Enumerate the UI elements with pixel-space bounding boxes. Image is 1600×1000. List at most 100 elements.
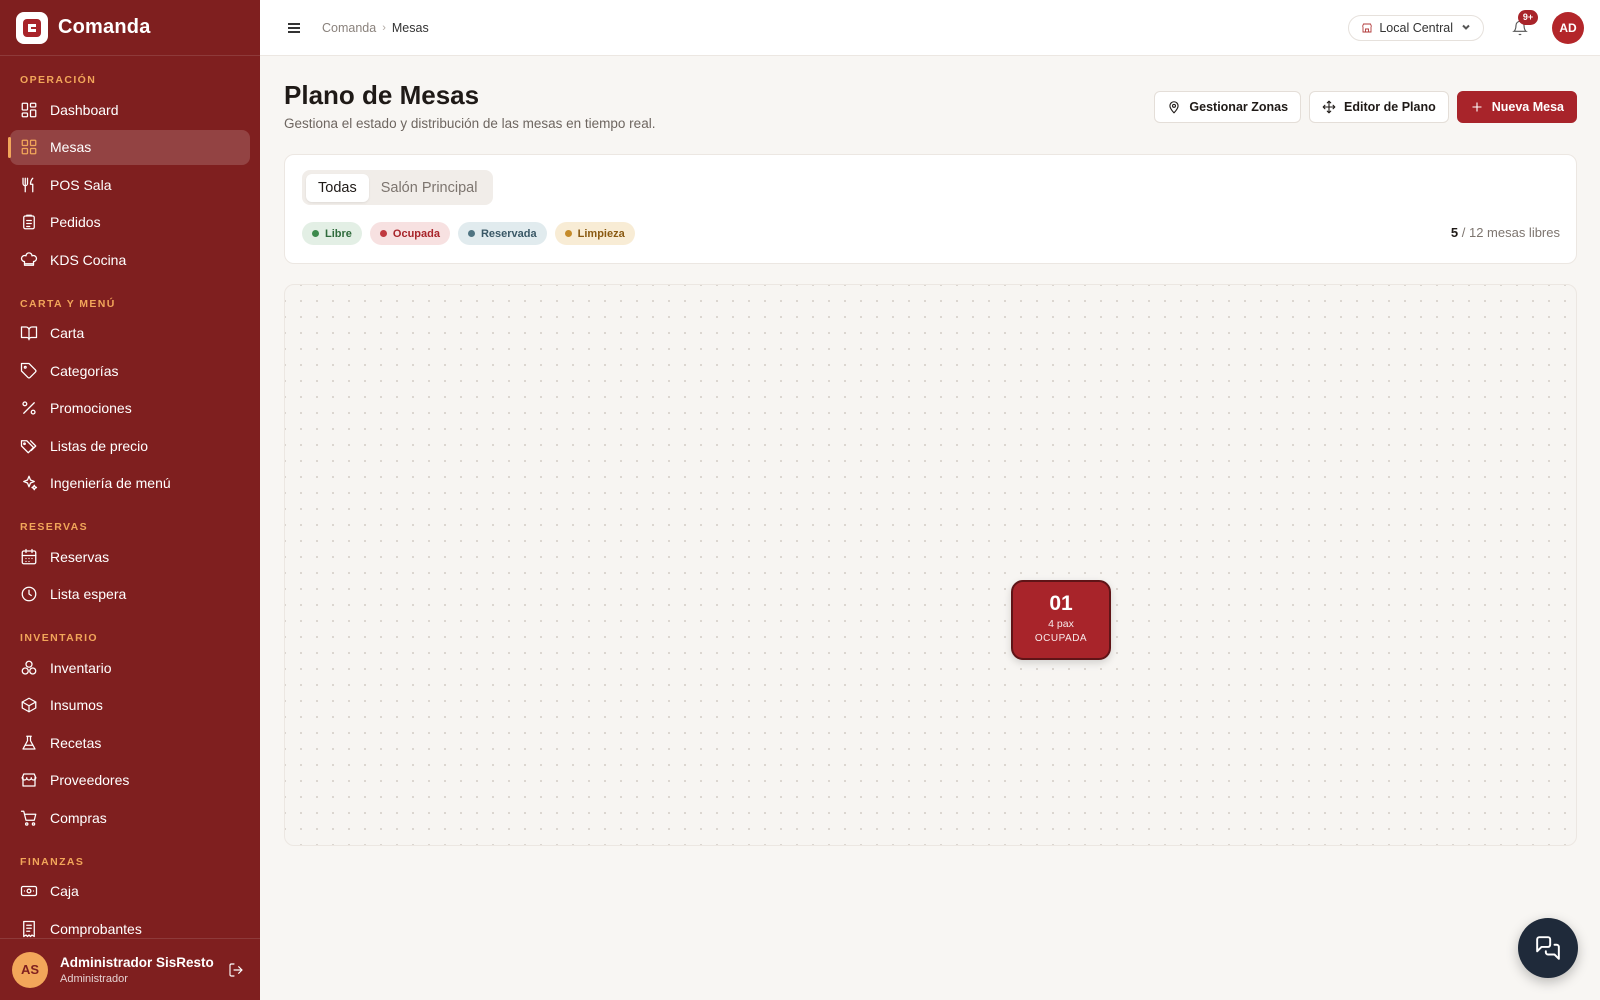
- brand[interactable]: Comanda: [0, 0, 260, 56]
- main-content: Plano de Mesas Gestiona el estado y dist…: [284, 56, 1577, 846]
- sidebar-item-proveedores[interactable]: Proveedores: [10, 763, 250, 798]
- topbar: Comanda › Mesas Local Central 9+ AD: [260, 0, 1600, 56]
- location-label: Local Central: [1379, 20, 1453, 35]
- calendar-icon: [20, 548, 38, 566]
- clock-icon: [20, 585, 38, 603]
- sidebar-item-reservas[interactable]: Reservas: [10, 539, 250, 574]
- page-title: Plano de Mesas: [284, 80, 480, 110]
- sidebar-section-title: FINANZAS: [20, 855, 85, 868]
- sidebar-item-inventario[interactable]: Inventario: [10, 650, 250, 685]
- move-icon: [1322, 100, 1336, 114]
- breadcrumb-root[interactable]: Comanda: [322, 21, 376, 35]
- chevron-down-icon: [1453, 21, 1471, 35]
- store-icon: [20, 771, 38, 789]
- sidebar-item-label: Comprobantes: [50, 920, 142, 937]
- sidebar: Comanda OPERACIÓN Dashboard Mesas POS Sala P…: [0, 0, 260, 1000]
- sidebar-item-promociones[interactable]: Promociones: [10, 391, 250, 426]
- table-pax: 4 pax: [1048, 618, 1074, 630]
- utensils-icon: [20, 176, 38, 194]
- logout-button[interactable]: [226, 960, 246, 980]
- sidebar-item-ingeniería-de-menú[interactable]: Ingeniería de menú: [10, 466, 250, 501]
- floor-plan-canvas[interactable]: 01 4 pax OCUPADA: [284, 284, 1577, 846]
- package-icon: [20, 696, 38, 714]
- sidebar-item-pos-sala[interactable]: POS Sala: [10, 167, 250, 202]
- sidebar-section-title: RESERVAS: [20, 521, 88, 533]
- book-open-icon: [20, 324, 38, 342]
- zone-tab[interactable]: Salón Principal: [369, 174, 490, 202]
- sidebar-item-label: Dashboard: [50, 101, 119, 118]
- manage-zones-button[interactable]: Gestionar Zonas: [1154, 91, 1302, 123]
- status-chip-label: Limpieza: [577, 227, 625, 240]
- sidebar-item-label: Compras: [50, 809, 107, 826]
- sidebar-item-carta[interactable]: Carta: [10, 316, 250, 351]
- brand-name: Comanda: [58, 16, 151, 38]
- account-avatar[interactable]: AD: [1552, 11, 1584, 44]
- store-icon: [1361, 22, 1373, 34]
- status-chip-label: Libre: [325, 227, 352, 240]
- sidebar-item-listas-de-precio[interactable]: Listas de precio: [10, 428, 250, 463]
- sidebar-item-categorías[interactable]: Categorías: [10, 353, 250, 388]
- sidebar-item-dashboard[interactable]: Dashboard: [10, 92, 250, 127]
- sidebar-user: AS Administrador SisResto Administrador: [0, 938, 260, 1000]
- hamburger-icon: [288, 22, 300, 33]
- status-chip[interactable]: Limpieza: [554, 222, 635, 245]
- notifications-button[interactable]: 9+: [1508, 9, 1538, 40]
- sidebar-section-title: OPERACIÓN: [20, 74, 97, 86]
- sparkles-icon: [20, 474, 38, 492]
- breadcrumb: Comanda › Mesas: [322, 21, 429, 35]
- sidebar-item-label: Pedidos: [50, 214, 101, 230]
- location-select[interactable]: Local Central: [1348, 14, 1484, 41]
- status-dot-icon: [564, 230, 572, 237]
- sidebar-item-pedidos[interactable]: Pedidos: [10, 205, 250, 240]
- page-subtitle: Gestiona el estado y distribución de las…: [284, 116, 656, 131]
- sidebar-item-label: Carta: [50, 325, 85, 341]
- filter-card: Todas Salón Principal Libre Ocupada Reserva…: [284, 154, 1577, 264]
- status-chip[interactable]: Reservada: [457, 222, 547, 245]
- sidebar-item-mesas[interactable]: Mesas: [8, 129, 250, 165]
- sidebar-item-caja[interactable]: Caja: [10, 874, 250, 909]
- zone-tab[interactable]: Todas: [306, 173, 369, 202]
- dashboard-icon: [20, 101, 38, 119]
- table-status: OCUPADA: [1034, 633, 1088, 644]
- notifications-badge: 9+: [1518, 9, 1538, 25]
- sidebar-item-insumos[interactable]: Insumos: [10, 688, 250, 723]
- page-actions: Gestionar Zonas Editor de Plano Nueva Me…: [1154, 91, 1577, 123]
- table-number: 01: [1049, 592, 1073, 615]
- chevron-right-icon: ›: [382, 21, 386, 34]
- floor-editor-button[interactable]: Editor de Plano: [1309, 91, 1449, 123]
- total-count-label: / 12 mesas libres: [1461, 225, 1560, 240]
- sidebar-item-lista-espera[interactable]: Lista espera: [10, 577, 250, 612]
- menu-toggle-button[interactable]: [284, 18, 304, 38]
- status-dot-icon: [379, 230, 387, 237]
- percent-icon: [20, 399, 38, 417]
- sidebar-nav: OPERACIÓN Dashboard Mesas POS Sala Pedidos KD…: [0, 56, 260, 946]
- boxes-icon: [20, 659, 38, 677]
- user-avatar[interactable]: AS: [12, 951, 48, 988]
- table-card[interactable]: 01 4 pax OCUPADA: [1011, 580, 1111, 660]
- tags-icon: [20, 437, 38, 455]
- sidebar-item-label: Proveedores: [50, 772, 130, 788]
- sidebar-item-label: Reservas: [50, 548, 110, 565]
- status-chip-label: Reservada: [480, 227, 537, 240]
- user-info: Administrador SisResto Administrador: [60, 955, 226, 985]
- sidebar-item-recetas[interactable]: Recetas: [10, 725, 250, 760]
- status-chip-label: Ocupada: [392, 227, 440, 240]
- sidebar-item-compras[interactable]: Compras: [10, 800, 250, 835]
- sidebar-item-kds-cocina[interactable]: KDS Cocina: [10, 242, 250, 277]
- zone-tabs: Todas Salón Principal: [302, 170, 494, 205]
- new-table-button[interactable]: Nueva Mesa: [1456, 91, 1577, 123]
- status-chip[interactable]: Libre: [302, 222, 362, 245]
- chat-button[interactable]: [1518, 918, 1578, 978]
- status-chip[interactable]: Ocupada: [369, 222, 450, 245]
- sidebar-item-label: Recetas: [50, 734, 102, 751]
- cart-icon: [20, 809, 38, 827]
- sidebar-item-label: Categorías: [50, 362, 119, 379]
- sidebar-item-label: Insumos: [50, 697, 103, 713]
- user-name: Administrador SisResto: [60, 954, 214, 970]
- sidebar-item-label: Ingeniería de menú: [50, 475, 171, 491]
- sidebar-item-label: Mesas: [50, 139, 92, 155]
- free-count: 5: [1450, 225, 1459, 240]
- free-tables-count: 5 / 12 mesas libres: [1451, 225, 1560, 240]
- tag-icon: [20, 362, 38, 380]
- page-header: Plano de Mesas Gestiona el estado y dist…: [284, 56, 1577, 152]
